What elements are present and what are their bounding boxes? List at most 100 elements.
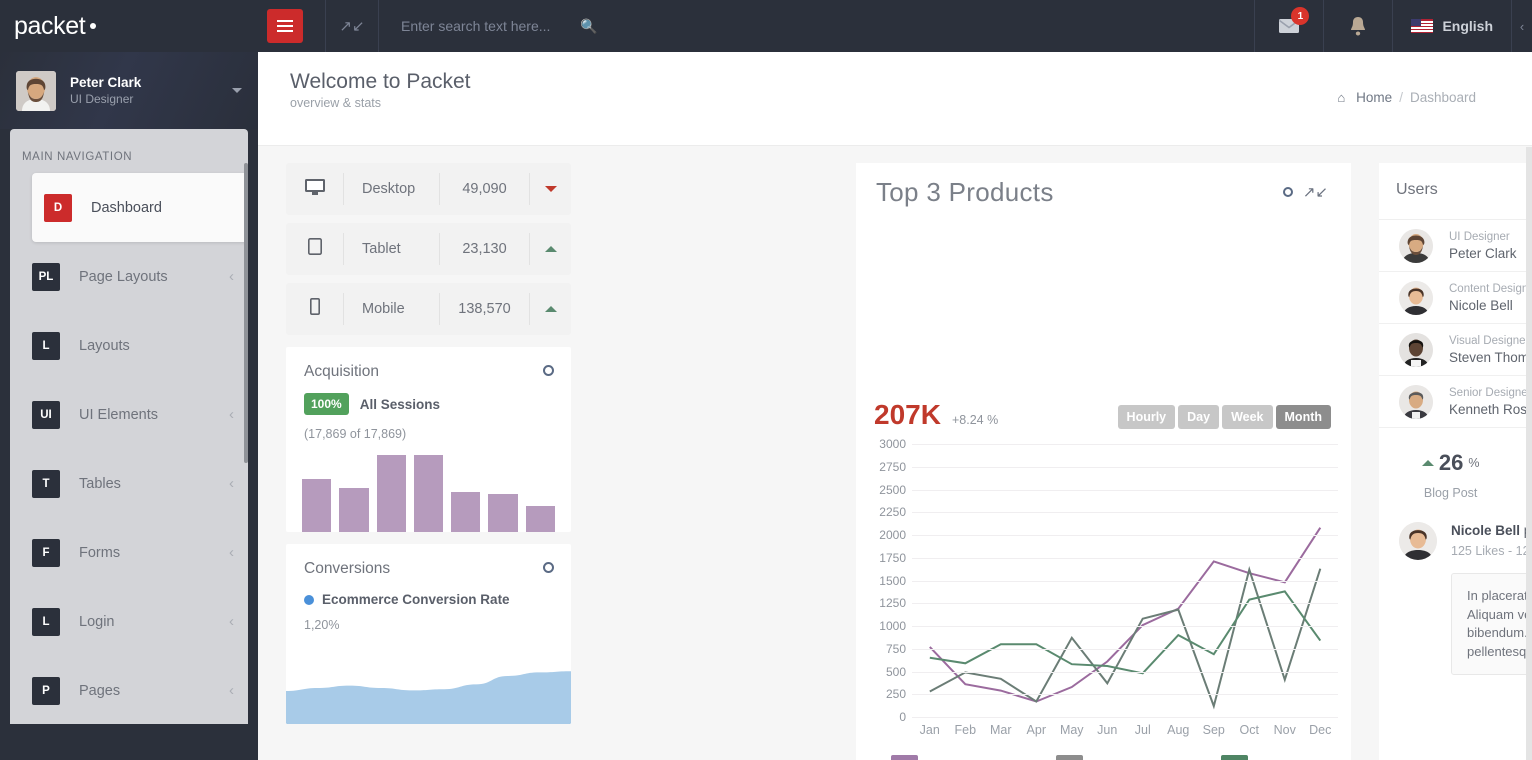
messages-button[interactable]: 1 [1255, 0, 1323, 52]
product-omega[interactable]: O +2,21 % Omega [1021, 755, 1186, 760]
sidebar-item-forms[interactable]: F Forms ‹ [10, 518, 248, 587]
language-selector[interactable]: English [1393, 0, 1511, 52]
chevron-left-icon: ‹ [229, 475, 234, 492]
sidebar-item-dashboard[interactable]: D Dashboard [32, 173, 248, 242]
avatar [1399, 228, 1433, 263]
y-axis-tick: 750 [885, 641, 906, 656]
profile-name: Peter Clark [70, 75, 142, 90]
product-kappa[interactable]: K +0,68 % Kappa [1186, 755, 1351, 760]
range-week-button[interactable]: Week [1222, 405, 1273, 429]
user-text: Senior Designer Kenneth Ross [1449, 386, 1532, 418]
x-axis-tick: Oct [1239, 723, 1259, 737]
chevron-left-icon: ‹ [229, 613, 234, 630]
sidebar-item-layouts[interactable]: L Layouts [10, 311, 248, 380]
forms-icon: F [32, 538, 60, 567]
x-axis-tick: Dec [1309, 723, 1332, 737]
sidebar-scrollbar[interactable] [244, 163, 248, 463]
search-box[interactable]: 🔍 [379, 18, 1254, 35]
acquisition-bar [339, 487, 369, 532]
post-headline: Nicole Bell posted on your timeline. [1451, 522, 1532, 540]
refresh-circle-icon[interactable] [1283, 187, 1293, 197]
product-badge-icon: A [891, 755, 919, 760]
user-role: Senior Designer [1449, 386, 1532, 399]
device-row-tablet[interactable]: Tablet 23,130 [286, 223, 571, 275]
range-month-button[interactable]: Month [1275, 405, 1331, 429]
user-row[interactable]: Content Designer Nicole Bell Editor [1379, 272, 1532, 324]
refresh-circle-icon[interactable] [543, 365, 554, 376]
refresh-circle-icon[interactable] [543, 562, 554, 573]
user-row[interactable]: Visual Designer Steven Thompson Author [1379, 324, 1532, 376]
gridline [912, 557, 1338, 559]
gridline [912, 512, 1338, 514]
gridline [912, 626, 1338, 627]
acquisition-percent-badge: 100% [304, 393, 349, 415]
bell-icon [1351, 17, 1366, 36]
sidebar-item-page-layouts[interactable]: PL Page Layouts ‹ [10, 242, 248, 311]
profile-card[interactable]: Peter Clark UI Designer [0, 52, 258, 129]
gridline [912, 671, 1338, 673]
post-author[interactable]: Nicole Bell [1451, 523, 1520, 538]
sidebar-item-tables[interactable]: T Tables ‹ [10, 449, 248, 518]
gridline [912, 489, 1338, 491]
search-icon[interactable]: 🔍 [580, 18, 597, 35]
trend-up-icon [529, 293, 571, 325]
stat-value: 26 [1438, 450, 1464, 475]
acquisition-bar [525, 505, 555, 532]
users-panel-header: Users ↗↙ ⚙ [1379, 163, 1532, 220]
sidebar-item-login[interactable]: L Login ‹ [10, 587, 248, 656]
sidebar-item-ui-elements[interactable]: UI UI Elements ‹ [10, 380, 248, 449]
breadcrumb-home[interactable]: Home [1356, 90, 1392, 105]
avatar [1399, 280, 1433, 315]
avatar-image [1399, 522, 1437, 560]
acquisition-bar [376, 455, 406, 532]
y-axis-tick: 2750 [879, 459, 906, 474]
user-row[interactable]: Senior Designer Kenneth Ross Contributor [1379, 376, 1532, 428]
acquisition-sessions-label: All Sessions [359, 396, 440, 412]
timeline-post: 5 mins ago Nicole Bell posted on your ti… [1379, 508, 1532, 675]
user-row[interactable]: UI Designer Peter Clark Administrator [1379, 220, 1532, 272]
chevron-down-icon[interactable] [232, 88, 242, 93]
top-bar: ↗↙ 🔍 1 English [258, 0, 1532, 52]
y-axis-tick: 1750 [879, 550, 906, 565]
flag-us-icon [1411, 19, 1434, 33]
range-day-button[interactable]: Day [1178, 405, 1220, 429]
acquisition-sessions-sub: (17,869 of 17,869) [304, 427, 407, 441]
tables-icon: T [32, 469, 60, 498]
chevron-left-icon: ‹ [229, 682, 234, 699]
mobile-icon [286, 298, 343, 320]
expand-arrows-icon[interactable]: ↗↙ [1303, 183, 1328, 201]
avatar [16, 70, 56, 111]
search-input[interactable] [401, 18, 576, 34]
product-alpha[interactable]: A +5,04 % Alpha [856, 755, 1021, 760]
sidebar-item-pages[interactable]: P Pages ‹ [10, 656, 248, 724]
user-name: Peter Clark [1449, 245, 1517, 261]
notifications-button[interactable] [1324, 0, 1392, 52]
menu-toggle-button[interactable] [267, 9, 303, 43]
breadcrumb-current: Dashboard [1409, 90, 1476, 105]
user-text: UI Designer Peter Clark [1449, 230, 1532, 262]
acquisition-sessions: 100% All Sessions [304, 393, 553, 415]
language-label: English [1442, 18, 1493, 34]
app-logo-text: packet [14, 11, 86, 40]
x-axis-tick: May [1059, 723, 1084, 737]
y-axis-tick: 500 [885, 664, 906, 679]
app-logo[interactable]: packet [0, 0, 258, 52]
conversions-value: 1,20% [304, 618, 340, 632]
conversions-legend-label: Ecommerce Conversion Rate [322, 592, 510, 607]
avatar-image [1399, 228, 1433, 263]
chevron-left-icon: ‹ [229, 544, 234, 561]
sidebar-item-label: Pages [79, 682, 121, 699]
device-value: 138,570 [439, 293, 529, 325]
device-row-desktop[interactable]: Desktop 49,090 [286, 163, 571, 215]
sidebar-right-toggle[interactable]: ‹ [1512, 0, 1532, 52]
device-row-mobile[interactable]: Mobile 138,570 [286, 283, 571, 335]
user-role: Visual Designer [1449, 334, 1530, 347]
x-axis-tick: Aug [1167, 723, 1190, 737]
fullscreen-button[interactable]: ↗↙ [326, 0, 378, 52]
acquisition-bar [451, 491, 481, 532]
burger-line [277, 25, 293, 27]
post-meta: 125 Likes - 12 Comments - 25 Shares [1451, 544, 1532, 558]
page-scrollbar[interactable] [1526, 147, 1532, 760]
chart-plot-area: 0 250 500 750 1000 1250 1500 1750 2000 2250 2500 27… [879, 437, 1338, 737]
range-hourly-button[interactable]: Hourly [1117, 405, 1176, 429]
